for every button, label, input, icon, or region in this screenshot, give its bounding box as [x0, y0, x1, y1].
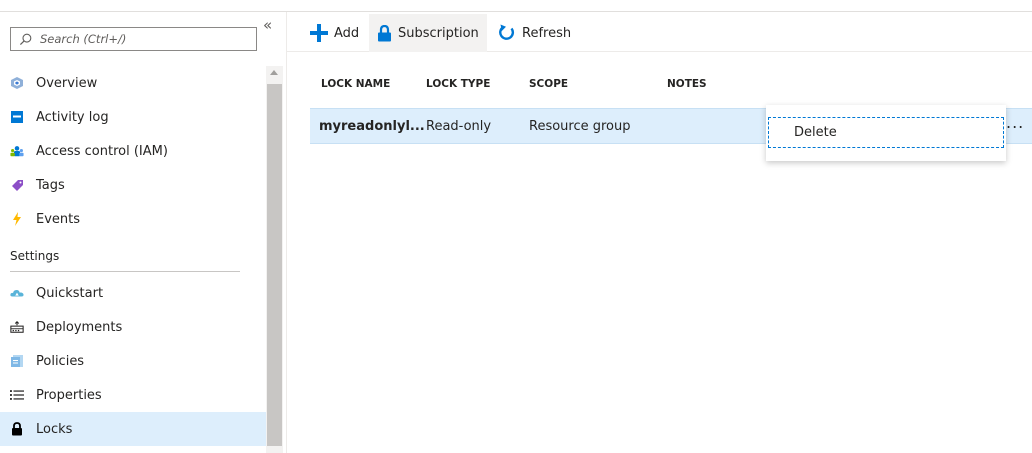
lock-icon — [10, 422, 24, 436]
sidebar-item-label: Access control (IAM) — [36, 143, 168, 159]
refresh-button[interactable]: Refresh — [490, 14, 579, 52]
scrollbar-thumb[interactable] — [267, 84, 282, 446]
search-placeholder: Search (Ctrl+/) — [40, 32, 127, 46]
locks-table: LOCK NAME LOCK TYPE SCOPE NOTES myreadon… — [310, 73, 1032, 144]
row-context-menu: Delete — [766, 105, 1006, 161]
add-button[interactable]: Add — [302, 14, 367, 52]
overview-icon — [10, 76, 24, 90]
column-header-scope[interactable]: SCOPE — [529, 78, 568, 90]
sidebar-item-label: Policies — [36, 353, 85, 369]
sidebar-item-activity-log[interactable]: Activity log — [0, 100, 266, 134]
plus-icon — [310, 24, 328, 42]
sidebar-item-policies[interactable]: Policies — [0, 344, 266, 378]
search-icon — [19, 33, 32, 45]
delete-menu-item[interactable]: Delete — [768, 117, 1004, 148]
activity-log-icon — [10, 110, 24, 124]
more-options-button[interactable]: ... — [1006, 113, 1024, 132]
settings-section-header: Settings — [0, 236, 266, 276]
scroll-up-arrow-icon[interactable] — [270, 70, 278, 75]
deployments-icon — [10, 320, 24, 334]
column-header-lock-name[interactable]: LOCK NAME — [321, 78, 390, 90]
command-bar: Add Subscription Refresh — [287, 12, 1032, 52]
search-input[interactable]: Search (Ctrl+/) — [10, 27, 257, 51]
sidebar-item-label: Quickstart — [36, 285, 104, 301]
sidebar-scrollbar[interactable] — [266, 66, 283, 453]
sidebar-item-locks[interactable]: Locks — [0, 412, 266, 446]
sidebar-divider — [286, 12, 287, 453]
resource-menu: Overview Activity log Access control (IA… — [0, 66, 266, 446]
table-header: LOCK NAME LOCK TYPE SCOPE NOTES — [310, 73, 1032, 106]
refresh-button-label: Refresh — [522, 25, 572, 41]
column-header-notes[interactable]: NOTES — [667, 78, 707, 90]
sidebar-item-label: Locks — [36, 421, 73, 437]
lock-name-cell: myreadonlyl... — [319, 119, 425, 134]
lock-type-cell: Read-only — [426, 119, 492, 134]
scope-cell: Resource group — [529, 119, 631, 134]
iam-icon — [10, 144, 24, 158]
policy-document-icon — [10, 354, 24, 368]
cloud-icon — [10, 286, 24, 300]
sidebar-item-events[interactable]: Events — [0, 202, 266, 236]
column-header-lock-type[interactable]: LOCK TYPE — [426, 78, 490, 90]
sidebar-item-properties[interactable]: Properties — [0, 378, 266, 412]
sidebar-item-tags[interactable]: Tags — [0, 168, 266, 202]
lock-icon — [378, 24, 391, 41]
sidebar-item-label: Tags — [36, 177, 65, 193]
subscription-button[interactable]: Subscription — [369, 14, 487, 52]
sidebar-item-deployments[interactable]: Deployments — [0, 310, 266, 344]
sidebar-item-label: Properties — [36, 387, 102, 403]
sidebar-item-label: Events — [36, 211, 81, 227]
sidebar-item-label: Deployments — [36, 319, 123, 335]
list-icon — [10, 388, 24, 402]
tag-icon — [10, 178, 24, 192]
sidebar-item-label: Activity log — [36, 109, 109, 125]
sidebar-item-label: Overview — [36, 75, 98, 91]
resource-menu-sidebar: Search (Ctrl+/) « Overview Activity log — [0, 12, 286, 453]
add-button-label: Add — [334, 25, 360, 41]
refresh-icon — [499, 24, 515, 40]
sidebar-item-quickstart[interactable]: Quickstart — [0, 276, 266, 310]
lightning-icon — [10, 212, 24, 226]
collapse-sidebar-button[interactable]: « — [263, 18, 272, 33]
subscription-button-label: Subscription — [398, 25, 479, 41]
sidebar-item-overview[interactable]: Overview — [0, 66, 266, 100]
sidebar-item-access-control[interactable]: Access control (IAM) — [0, 134, 266, 168]
